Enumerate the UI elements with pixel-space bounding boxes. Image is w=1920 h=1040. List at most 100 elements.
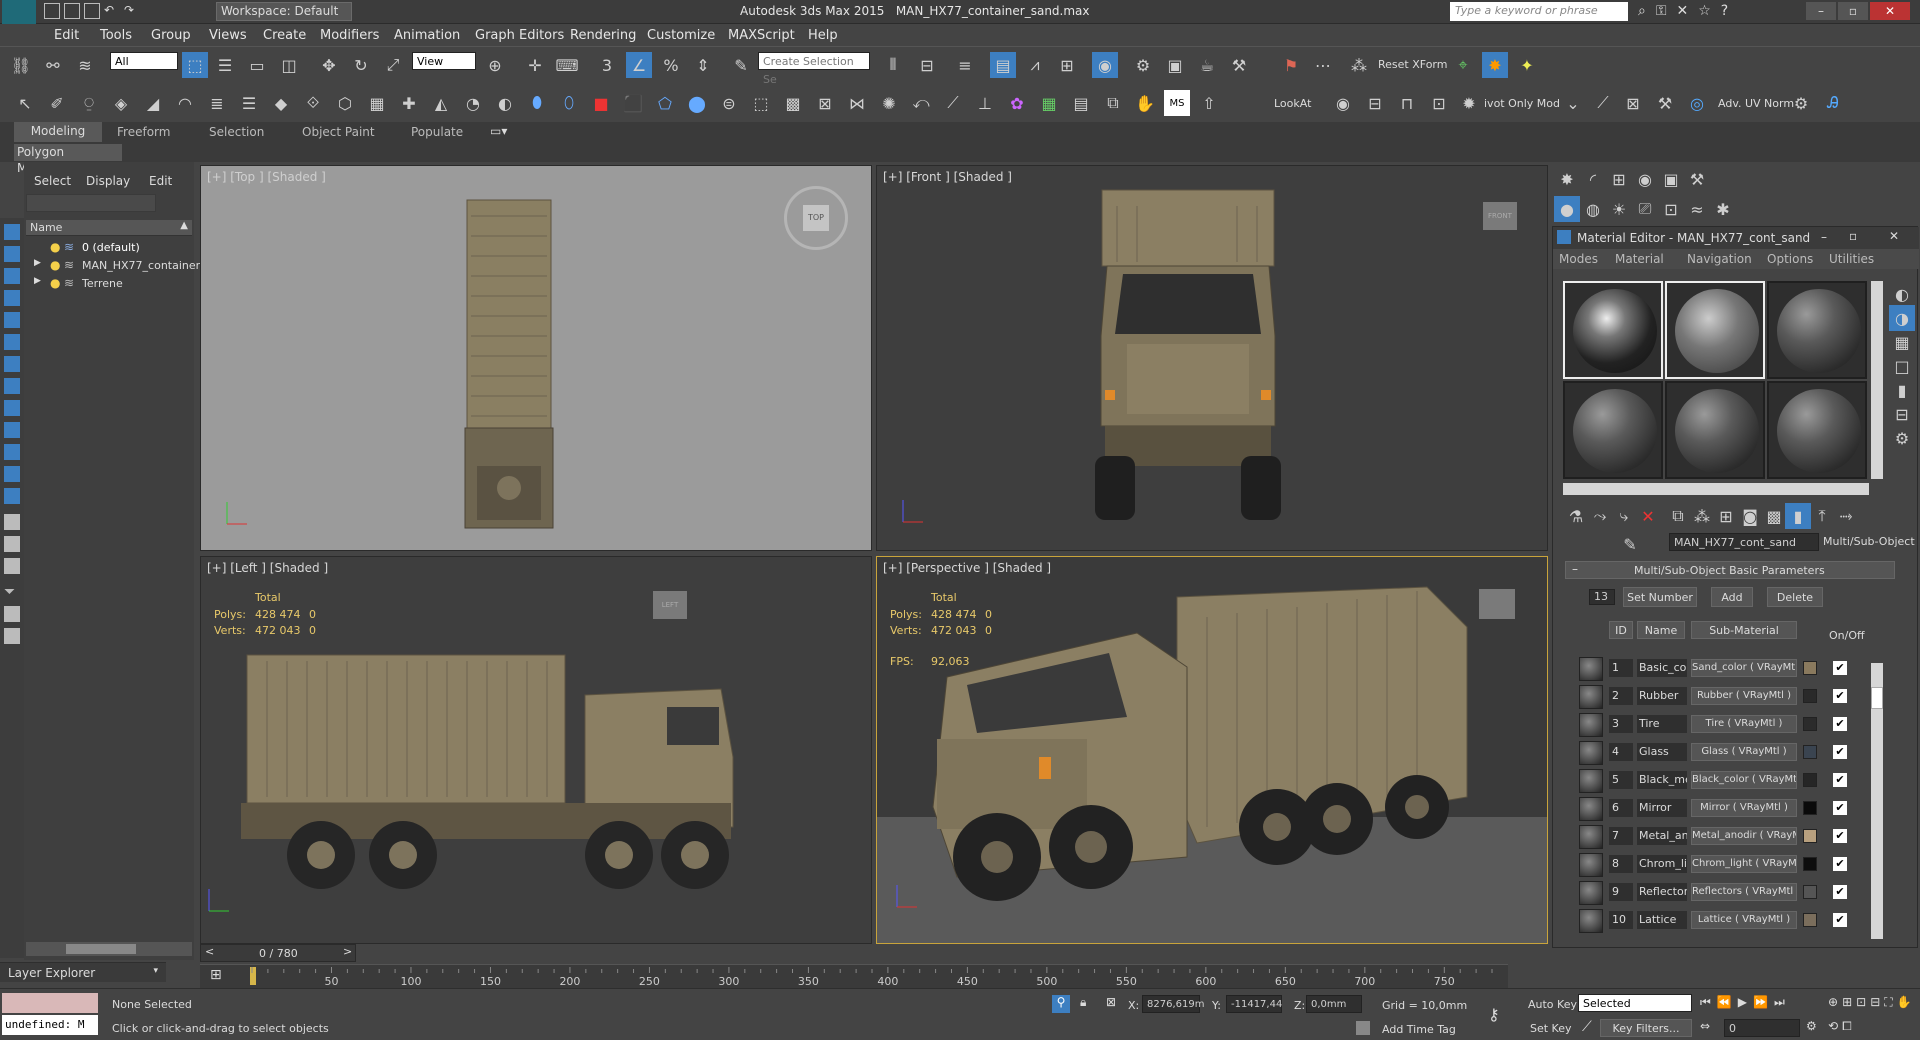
go-to-parent-icon[interactable]: ⤒	[1809, 503, 1835, 529]
reset-xform-label[interactable]: Reset XForm	[1378, 58, 1447, 71]
submaterial-row[interactable]: 5Black_metaBlack_color ( VRayMtl ) ✔	[1579, 769, 1869, 793]
set-key-icon[interactable]: ⟋	[1582, 1019, 1592, 1035]
strip-icon-18[interactable]	[4, 628, 20, 644]
save-file-icon[interactable]	[84, 3, 100, 19]
tool-e-icon[interactable]: ◢	[140, 90, 166, 116]
play-icon[interactable]: ▶	[1738, 995, 1747, 1013]
viewcube-perspective[interactable]	[1479, 589, 1515, 619]
key-mode-toggle-icon[interactable]: ⇔	[1700, 1019, 1710, 1033]
strip-icon-15[interactable]	[4, 536, 20, 552]
orange-star-icon[interactable]: ✸	[1482, 52, 1508, 78]
sample-type-icon[interactable]: ◐	[1889, 281, 1915, 307]
redo-icon[interactable]: ↷	[124, 3, 140, 19]
layer-item-terrene[interactable]: ▶ ● ≋ Terrene	[26, 276, 192, 292]
copy-material-icon[interactable]: ⧉	[1665, 503, 1691, 529]
maximize-viewport-icon[interactable]: ⧠	[1842, 1019, 1852, 1039]
submaterial-button[interactable]: Tire ( VRayMtl )	[1691, 715, 1797, 733]
submaterial-thumb-icon[interactable]	[1579, 909, 1603, 933]
y-coordinate-field[interactable]: -11417,44	[1226, 995, 1282, 1013]
exchange-icon[interactable]: ✕	[1677, 3, 1689, 19]
submaterial-button[interactable]: Reflectors ( VRayMtl )	[1691, 883, 1797, 901]
submaterial-button[interactable]: Black_color ( VRayMtl )	[1691, 771, 1797, 789]
disc-icon[interactable]: ⬤	[684, 90, 710, 116]
window-crossing-icon[interactable]: ◫	[276, 52, 302, 78]
options-icon[interactable]: ⚙	[1889, 425, 1915, 451]
menu-customize[interactable]: Customize	[647, 28, 715, 43]
submaterial-name-field[interactable]: Lattice	[1637, 911, 1687, 929]
ribbon-toggle-icon[interactable]: ▤	[990, 52, 1016, 78]
close-button[interactable]: ✕	[1870, 2, 1910, 20]
material-slot-2[interactable]	[1665, 281, 1765, 379]
key-mode-dropdown[interactable]: Selected	[1578, 994, 1692, 1012]
submaterial-name-field[interactable]: Mirror	[1637, 799, 1687, 817]
search-input[interactable]: Type a keyword or phrase	[1450, 2, 1628, 21]
curve-editor-mini-icon[interactable]: ⊞	[210, 967, 222, 983]
zoom-extents-icon[interactable]: ⊡	[1856, 995, 1866, 1015]
tool-f-icon[interactable]: ◠	[172, 90, 198, 116]
delete-button[interactable]: Delete	[1767, 587, 1823, 607]
zoom-all-icon[interactable]: ⊞	[1842, 995, 1852, 1015]
zoom-icon[interactable]: ⊕	[1828, 995, 1838, 1015]
auto-key-button[interactable]: Auto Key	[1528, 998, 1577, 1011]
strip-icon-8[interactable]	[4, 378, 20, 394]
show-map-icon[interactable]: ▩	[1761, 503, 1787, 529]
me-menu-material[interactable]: Material	[1615, 252, 1664, 266]
viewcube-front[interactable]: FRONT	[1483, 202, 1517, 230]
tool-v-icon[interactable]: ⤺	[908, 90, 934, 116]
script-a-icon[interactable]: ⚑	[1278, 52, 1304, 78]
select-object-icon[interactable]: ⬚	[182, 52, 208, 78]
submaterial-row[interactable]: 3 Tire Tire ( VRayMtl ) ✔	[1579, 713, 1869, 737]
tool-p-icon[interactable]: ⊜	[716, 90, 742, 116]
material-type-button[interactable]: Multi/Sub-Object	[1823, 535, 1915, 548]
key-filters-button[interactable]: Key Filters...	[1600, 1019, 1692, 1037]
adv-uv-label[interactable]: Adv. UV Norm	[1718, 97, 1794, 110]
close-button[interactable]: ✕	[1889, 229, 1899, 243]
menu-edit[interactable]: Edit	[54, 28, 79, 43]
motion-tab-icon[interactable]: ◉	[1632, 166, 1658, 192]
video-color-icon[interactable]: ▮	[1889, 377, 1915, 403]
workspace-dropdown[interactable]: Workspace: Default	[216, 2, 352, 21]
tube-icon[interactable]: ⬯	[556, 90, 582, 116]
material-editor-titlebar[interactable]: Material Editor - MAN_HX77_cont_sand – ▫…	[1553, 227, 1919, 249]
uv-tiling-icon[interactable]: □	[1889, 353, 1915, 379]
gear-icon[interactable]: ⚙	[1788, 90, 1814, 116]
material-slot-6[interactable]	[1767, 381, 1867, 479]
viewport-front[interactable]: [+] [Front ] [Shaded ] FRONT	[876, 165, 1548, 551]
submaterial-name-field[interactable]: Glass	[1637, 743, 1687, 761]
modify-tab-icon[interactable]: ◜	[1580, 166, 1606, 192]
isolate-icon[interactable]: ⚲	[1052, 995, 1070, 1013]
submaterial-color-swatch[interactable]	[1803, 829, 1817, 843]
ms-icon[interactable]: MS	[1164, 90, 1190, 116]
maxscript-listener-field[interactable]: undefined: M	[2, 1015, 98, 1035]
submaterial-row[interactable]: 6 Mirror Mirror ( VRayMtl ) ✔	[1579, 797, 1869, 821]
material-slot-5[interactable]	[1665, 381, 1765, 479]
submaterial-button[interactable]: Sand_color ( VRayMtl )	[1691, 659, 1797, 677]
scene-tab-select[interactable]: Select	[34, 174, 71, 188]
ribbon-options-icon[interactable]: ▭▾	[490, 124, 507, 138]
pivot-icon[interactable]: ✹	[1456, 90, 1482, 116]
tool-i-icon[interactable]: ◆	[268, 90, 294, 116]
unlink-icon[interactable]: ⚯	[40, 52, 66, 78]
tab-selection[interactable]: Selection	[209, 125, 264, 139]
submaterial-row[interactable]: 10 Lattice Lattice ( VRayMtl ) ✔	[1579, 909, 1869, 933]
add-button[interactable]: Add	[1711, 587, 1753, 607]
strip-icon-4[interactable]	[4, 290, 20, 306]
explorer-scrollbar[interactable]	[26, 942, 192, 956]
new-file-icon[interactable]	[44, 3, 60, 19]
reset-xform-icon[interactable]: ⁂	[1346, 52, 1372, 78]
submaterial-onoff-checkbox[interactable]: ✔	[1833, 689, 1847, 703]
star-icon[interactable]: ☆	[1698, 3, 1711, 19]
orbit-icon[interactable]: ⟲	[1828, 1019, 1838, 1039]
scene-tab-display[interactable]: Display	[86, 174, 130, 188]
tool-z-icon[interactable]: ▤	[1068, 90, 1094, 116]
ref-coord-dropdown[interactable]: View	[412, 52, 476, 70]
lightbulb-icon[interactable]: ●	[50, 240, 60, 254]
make-preview-icon[interactable]: ⊟	[1889, 401, 1915, 427]
undo-icon[interactable]: ↶	[104, 3, 120, 19]
me-menu-navigation[interactable]: Navigation	[1687, 252, 1752, 266]
submaterial-color-swatch[interactable]	[1803, 913, 1817, 927]
tool-dd-icon[interactable]: ⊓	[1394, 90, 1420, 116]
minimize-button[interactable]: –	[1821, 230, 1827, 244]
layer-item-default[interactable]: ● ≋ 0 (default)	[26, 240, 192, 256]
submaterial-name-field[interactable]: Chrom_ligh	[1637, 855, 1687, 873]
